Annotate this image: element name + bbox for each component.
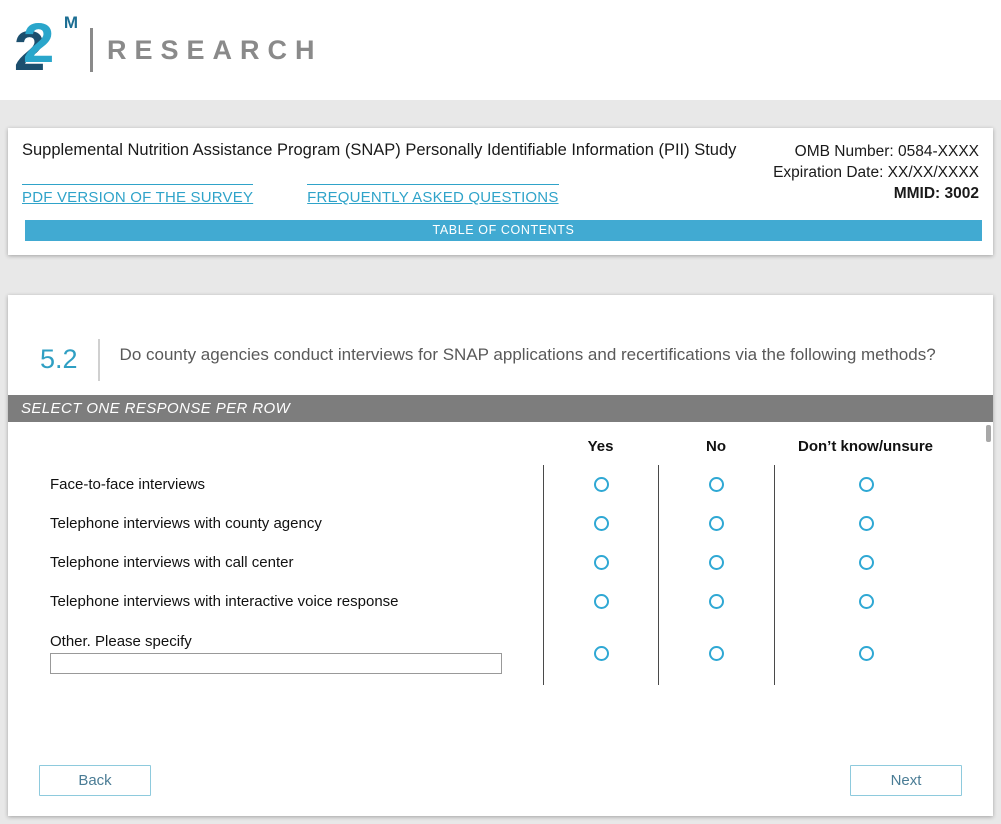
column-header-dont-know: Don’t know/unsure	[774, 438, 993, 465]
pdf-version-link[interactable]: PDF VERSION OF THE SURVEY	[22, 184, 253, 206]
omb-block: OMB Number: 0584-XXXX Expiration Date: X…	[773, 141, 985, 206]
row-label: Telephone interviews with call center	[8, 554, 543, 571]
radio-row4-yes[interactable]	[594, 646, 609, 661]
radio-cell	[543, 543, 658, 582]
radio-row1-no[interactable]	[709, 516, 724, 531]
radio-row2-dont-know-unsure[interactable]	[859, 555, 874, 570]
radio-row4-no[interactable]	[709, 646, 724, 661]
radio-cell	[774, 504, 993, 543]
row-label-cell: Telephone interviews with county agency	[8, 515, 543, 532]
radio-cell	[658, 582, 774, 621]
site-header: 2 2 M RESEARCH	[0, 0, 1001, 100]
radio-row1-dont-know-unsure[interactable]	[859, 516, 874, 531]
matrix-header: Yes No Don’t know/unsure	[8, 438, 993, 465]
question-text: Do county agencies conduct interviews fo…	[120, 339, 936, 381]
radio-row3-dont-know-unsure[interactable]	[859, 594, 874, 609]
column-spacer	[8, 438, 543, 465]
instruction-text: SELECT ONE RESPONSE PER ROW	[21, 400, 290, 417]
logo-wordmark: RESEARCH	[107, 35, 323, 66]
instruction-bar: SELECT ONE RESPONSE PER ROW	[8, 395, 993, 422]
back-button[interactable]: Back	[39, 765, 151, 796]
radio-row0-dont-know-unsure[interactable]	[859, 477, 874, 492]
radio-cell	[543, 465, 658, 504]
survey-header-card: Supplemental Nutrition Assistance Progra…	[8, 128, 993, 255]
radio-row0-yes[interactable]	[594, 477, 609, 492]
radio-row0-no[interactable]	[709, 477, 724, 492]
row-label-cell: Telephone interviews with interactive vo…	[8, 593, 543, 610]
scrollbar-thumb[interactable]	[986, 425, 991, 442]
logo-m: M	[64, 13, 78, 33]
navigation-row: Back Next	[8, 765, 993, 816]
radio-cell	[658, 504, 774, 543]
omb-number: OMB Number: 0584-XXXX	[773, 141, 979, 162]
radio-cell	[774, 582, 993, 621]
radio-cell	[543, 582, 658, 621]
radio-cell	[774, 465, 993, 504]
faq-link[interactable]: FREQUENTLY ASKED QUESTIONS	[307, 184, 558, 206]
study-title: Supplemental Nutrition Assistance Progra…	[22, 141, 736, 160]
expiration-date: Expiration Date: XX/XX/XXXX	[773, 162, 979, 183]
matrix-row: Telephone interviews with interactive vo…	[8, 582, 993, 621]
radio-cell	[774, 543, 993, 582]
row-label: Telephone interviews with interactive vo…	[8, 593, 543, 610]
other-specify-input[interactable]	[50, 653, 502, 674]
radio-row4-dont-know-unsure[interactable]	[859, 646, 874, 661]
logo-2: 2	[23, 15, 54, 71]
survey-page: 2 2 M RESEARCH Supplemental Nutrition As…	[0, 0, 1001, 824]
row-label: Face-to-face interviews	[8, 476, 543, 493]
matrix-row: Telephone interviews with county agency	[8, 504, 993, 543]
radio-cell	[774, 621, 993, 685]
row-label-cell: Telephone interviews with call center	[8, 554, 543, 571]
mmid: MMID: 3002	[773, 183, 979, 204]
question-card: 5.2 Do county agencies conduct interview…	[8, 295, 993, 816]
radio-cell	[658, 621, 774, 685]
radio-cell	[658, 543, 774, 582]
radio-cell	[543, 621, 658, 685]
header-left-column: Supplemental Nutrition Assistance Progra…	[22, 141, 736, 206]
next-button[interactable]: Next	[850, 765, 962, 796]
2m-research-logo: 2 2 M RESEARCH	[14, 13, 323, 87]
column-header-yes: Yes	[543, 438, 658, 465]
response-matrix: Yes No Don’t know/unsure Face-to-face in…	[8, 438, 993, 685]
radio-row3-yes[interactable]	[594, 594, 609, 609]
table-of-contents-button[interactable]: TABLE OF CONTENTS	[25, 220, 982, 241]
radio-row3-no[interactable]	[709, 594, 724, 609]
header-row: Supplemental Nutrition Assistance Progra…	[22, 141, 985, 206]
row-label: Telephone interviews with county agency	[8, 515, 543, 532]
radio-cell	[543, 504, 658, 543]
matrix-row: Face-to-face interviews	[8, 465, 993, 504]
logo-divider	[90, 28, 93, 72]
radio-row1-yes[interactable]	[594, 516, 609, 531]
column-header-no: No	[658, 438, 774, 465]
question-number: 5.2	[40, 339, 100, 381]
radio-row2-no[interactable]	[709, 555, 724, 570]
matrix-row: Other. Please specify	[8, 621, 993, 685]
row-label: Other. Please specify	[50, 633, 543, 650]
matrix-row: Telephone interviews with call center	[8, 543, 993, 582]
question-header: 5.2 Do county agencies conduct interview…	[8, 295, 993, 381]
row-label-cell: Face-to-face interviews	[8, 476, 543, 493]
radio-cell	[658, 465, 774, 504]
logo-2m-mark: 2 2 M	[14, 13, 80, 87]
radio-row2-yes[interactable]	[594, 555, 609, 570]
matrix-body: Face-to-face interviews Telephone intervi…	[8, 465, 993, 685]
header-links: PDF VERSION OF THE SURVEY FREQUENTLY ASK…	[22, 184, 736, 206]
row-label-cell: Other. Please specify	[8, 633, 543, 674]
